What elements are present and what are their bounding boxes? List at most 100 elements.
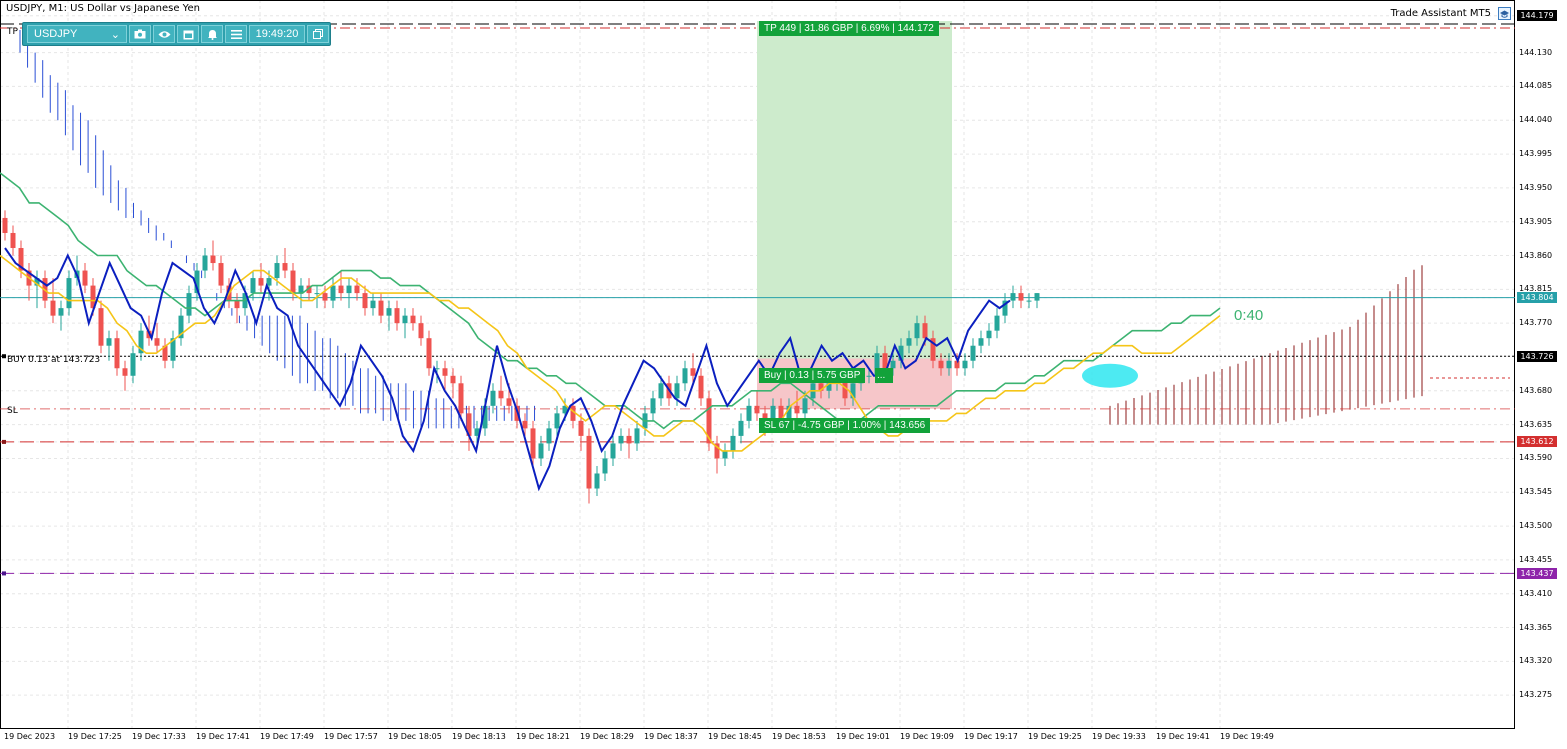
candle-body [634, 428, 640, 444]
calendar-button[interactable] [177, 25, 199, 43]
candle-body [354, 285, 360, 294]
candle-body [730, 435, 736, 451]
candle-body [154, 338, 160, 346]
symbol-select[interactable]: USDJPY ⌄ [27, 25, 127, 43]
candle-body [458, 383, 464, 414]
time-tick-label: 19 Dec 19:01 [836, 732, 890, 741]
price-tick-label: 143.455 [1519, 554, 1553, 564]
tp-line-label: TP [7, 27, 18, 37]
time-tick-label: 19 Dec 17:25 [68, 732, 122, 741]
candle-body [522, 420, 528, 429]
position-label: BUY 0.13 at 143.723 [7, 355, 101, 365]
price-axis[interactable]: 144.179 144.130 144.085 144.040 143.995 143.9… [1515, 0, 1567, 729]
tenkan-sen-line [0, 254, 1221, 452]
price-tick-label: 143.410 [1519, 588, 1553, 598]
candle-body [658, 383, 664, 399]
candle-body [130, 353, 136, 376]
restore-window-button[interactable] [307, 25, 329, 43]
time-tick-label: 19 Dec 19:41 [1156, 732, 1210, 741]
candle-body [1010, 293, 1016, 301]
candle-body [386, 308, 392, 316]
candle-body [1034, 293, 1040, 301]
time-tick-label: 19 Dec 17:41 [196, 732, 250, 741]
time-tick-label: 19 Dec 18:29 [580, 732, 634, 741]
trade-assistant-label: Trade Assistant MT5 [1390, 8, 1491, 19]
candle-body [986, 330, 992, 339]
candle-body [50, 300, 56, 316]
candle-body [362, 293, 368, 309]
candle-body [202, 255, 208, 271]
candle-body [618, 435, 624, 444]
candle-body [210, 255, 216, 264]
candle-body [490, 390, 496, 406]
candle-body [962, 360, 968, 369]
stop-loss-tag[interactable]: SL 67 | -4.75 GBP | 1.00% | 143.656 [759, 418, 931, 433]
candle-body [2, 217, 8, 233]
candle-body [554, 413, 560, 429]
window-icon [313, 29, 323, 39]
buy-order-menu-button[interactable]: ... [875, 368, 893, 383]
price-tick-label: 143.905 [1519, 216, 1553, 226]
price-tag: 143.437 [1517, 567, 1557, 579]
price-tick-label: 143.860 [1519, 250, 1553, 260]
candle-body [290, 270, 296, 294]
candle-body [978, 338, 984, 346]
visibility-button[interactable] [153, 25, 175, 43]
chart-title: USDJPY, M1: US Dollar vs Japanese Yen [6, 3, 200, 14]
candle-body [650, 398, 656, 414]
price-tick-label: 143.500 [1519, 521, 1553, 531]
candle-body [106, 338, 112, 346]
eye-icon [158, 30, 170, 38]
take-profit-tag[interactable]: TP 449 | 31.86 GBP | 6.69% | 144.172 [759, 21, 939, 36]
time-axis[interactable]: 19 Dec 2023 19 Dec 17:25 19 Dec 17:33 19 De… [0, 729, 1515, 749]
server-time: 19:49:20 [249, 25, 305, 43]
candle-body [954, 360, 960, 369]
candle-body [698, 375, 704, 399]
candle-body [330, 285, 336, 301]
candle-body [754, 405, 760, 414]
candle-body [450, 375, 456, 384]
price-tag: 143.726 [1517, 350, 1557, 362]
chevron-down-icon: ⌄ [110, 28, 120, 41]
menu-button[interactable] [225, 25, 247, 43]
buy-order-tag[interactable]: Buy | 0.13 | 5.75 GBP [759, 368, 866, 383]
trade-toolbar: USDJPY ⌄ 19:49:20 [22, 22, 331, 46]
candle-body [258, 278, 264, 286]
time-tick-label: 19 Dec 19:33 [1092, 732, 1146, 741]
time-tick-label: 19 Dec 2023 [4, 732, 56, 741]
candle-body [10, 232, 16, 249]
price-tick-label: 144.085 [1519, 81, 1553, 91]
candle-body [234, 300, 240, 309]
bar-countdown: 0:40 [1234, 307, 1264, 324]
candle-body [338, 285, 344, 294]
candle-body [346, 285, 352, 294]
alert-button[interactable] [201, 25, 223, 43]
candle-body [378, 300, 384, 316]
candle-body [610, 443, 616, 459]
candle-body [538, 443, 544, 459]
candle-body [674, 383, 680, 399]
time-tick-label: 19 Dec 18:05 [388, 732, 442, 741]
price-tick-label: 143.545 [1519, 487, 1553, 497]
candle-body [866, 375, 872, 377]
time-tick-label: 19 Dec 19:25 [1028, 732, 1082, 741]
sl-line-label: SL [7, 406, 18, 416]
candle-body [418, 323, 424, 339]
graduation-cap-icon[interactable] [1498, 7, 1511, 20]
candle-body [906, 338, 912, 346]
candle-body [578, 420, 584, 436]
price-tag: 144.179 [1517, 10, 1557, 22]
candle-body [546, 428, 552, 444]
candle-body [914, 323, 920, 339]
screenshot-button[interactable] [129, 25, 151, 43]
candle-body [322, 293, 328, 301]
time-tick-label: 19 Dec 19:49 [1220, 732, 1274, 741]
candle-body [394, 308, 400, 324]
candle-body [1026, 300, 1032, 302]
highlight-marker [1082, 363, 1138, 388]
candle-body [410, 315, 416, 324]
candle-body [426, 338, 432, 369]
time-tick-label: 19 Dec 19:17 [964, 732, 1018, 741]
candle-body [58, 308, 64, 316]
candle-body [66, 278, 72, 309]
